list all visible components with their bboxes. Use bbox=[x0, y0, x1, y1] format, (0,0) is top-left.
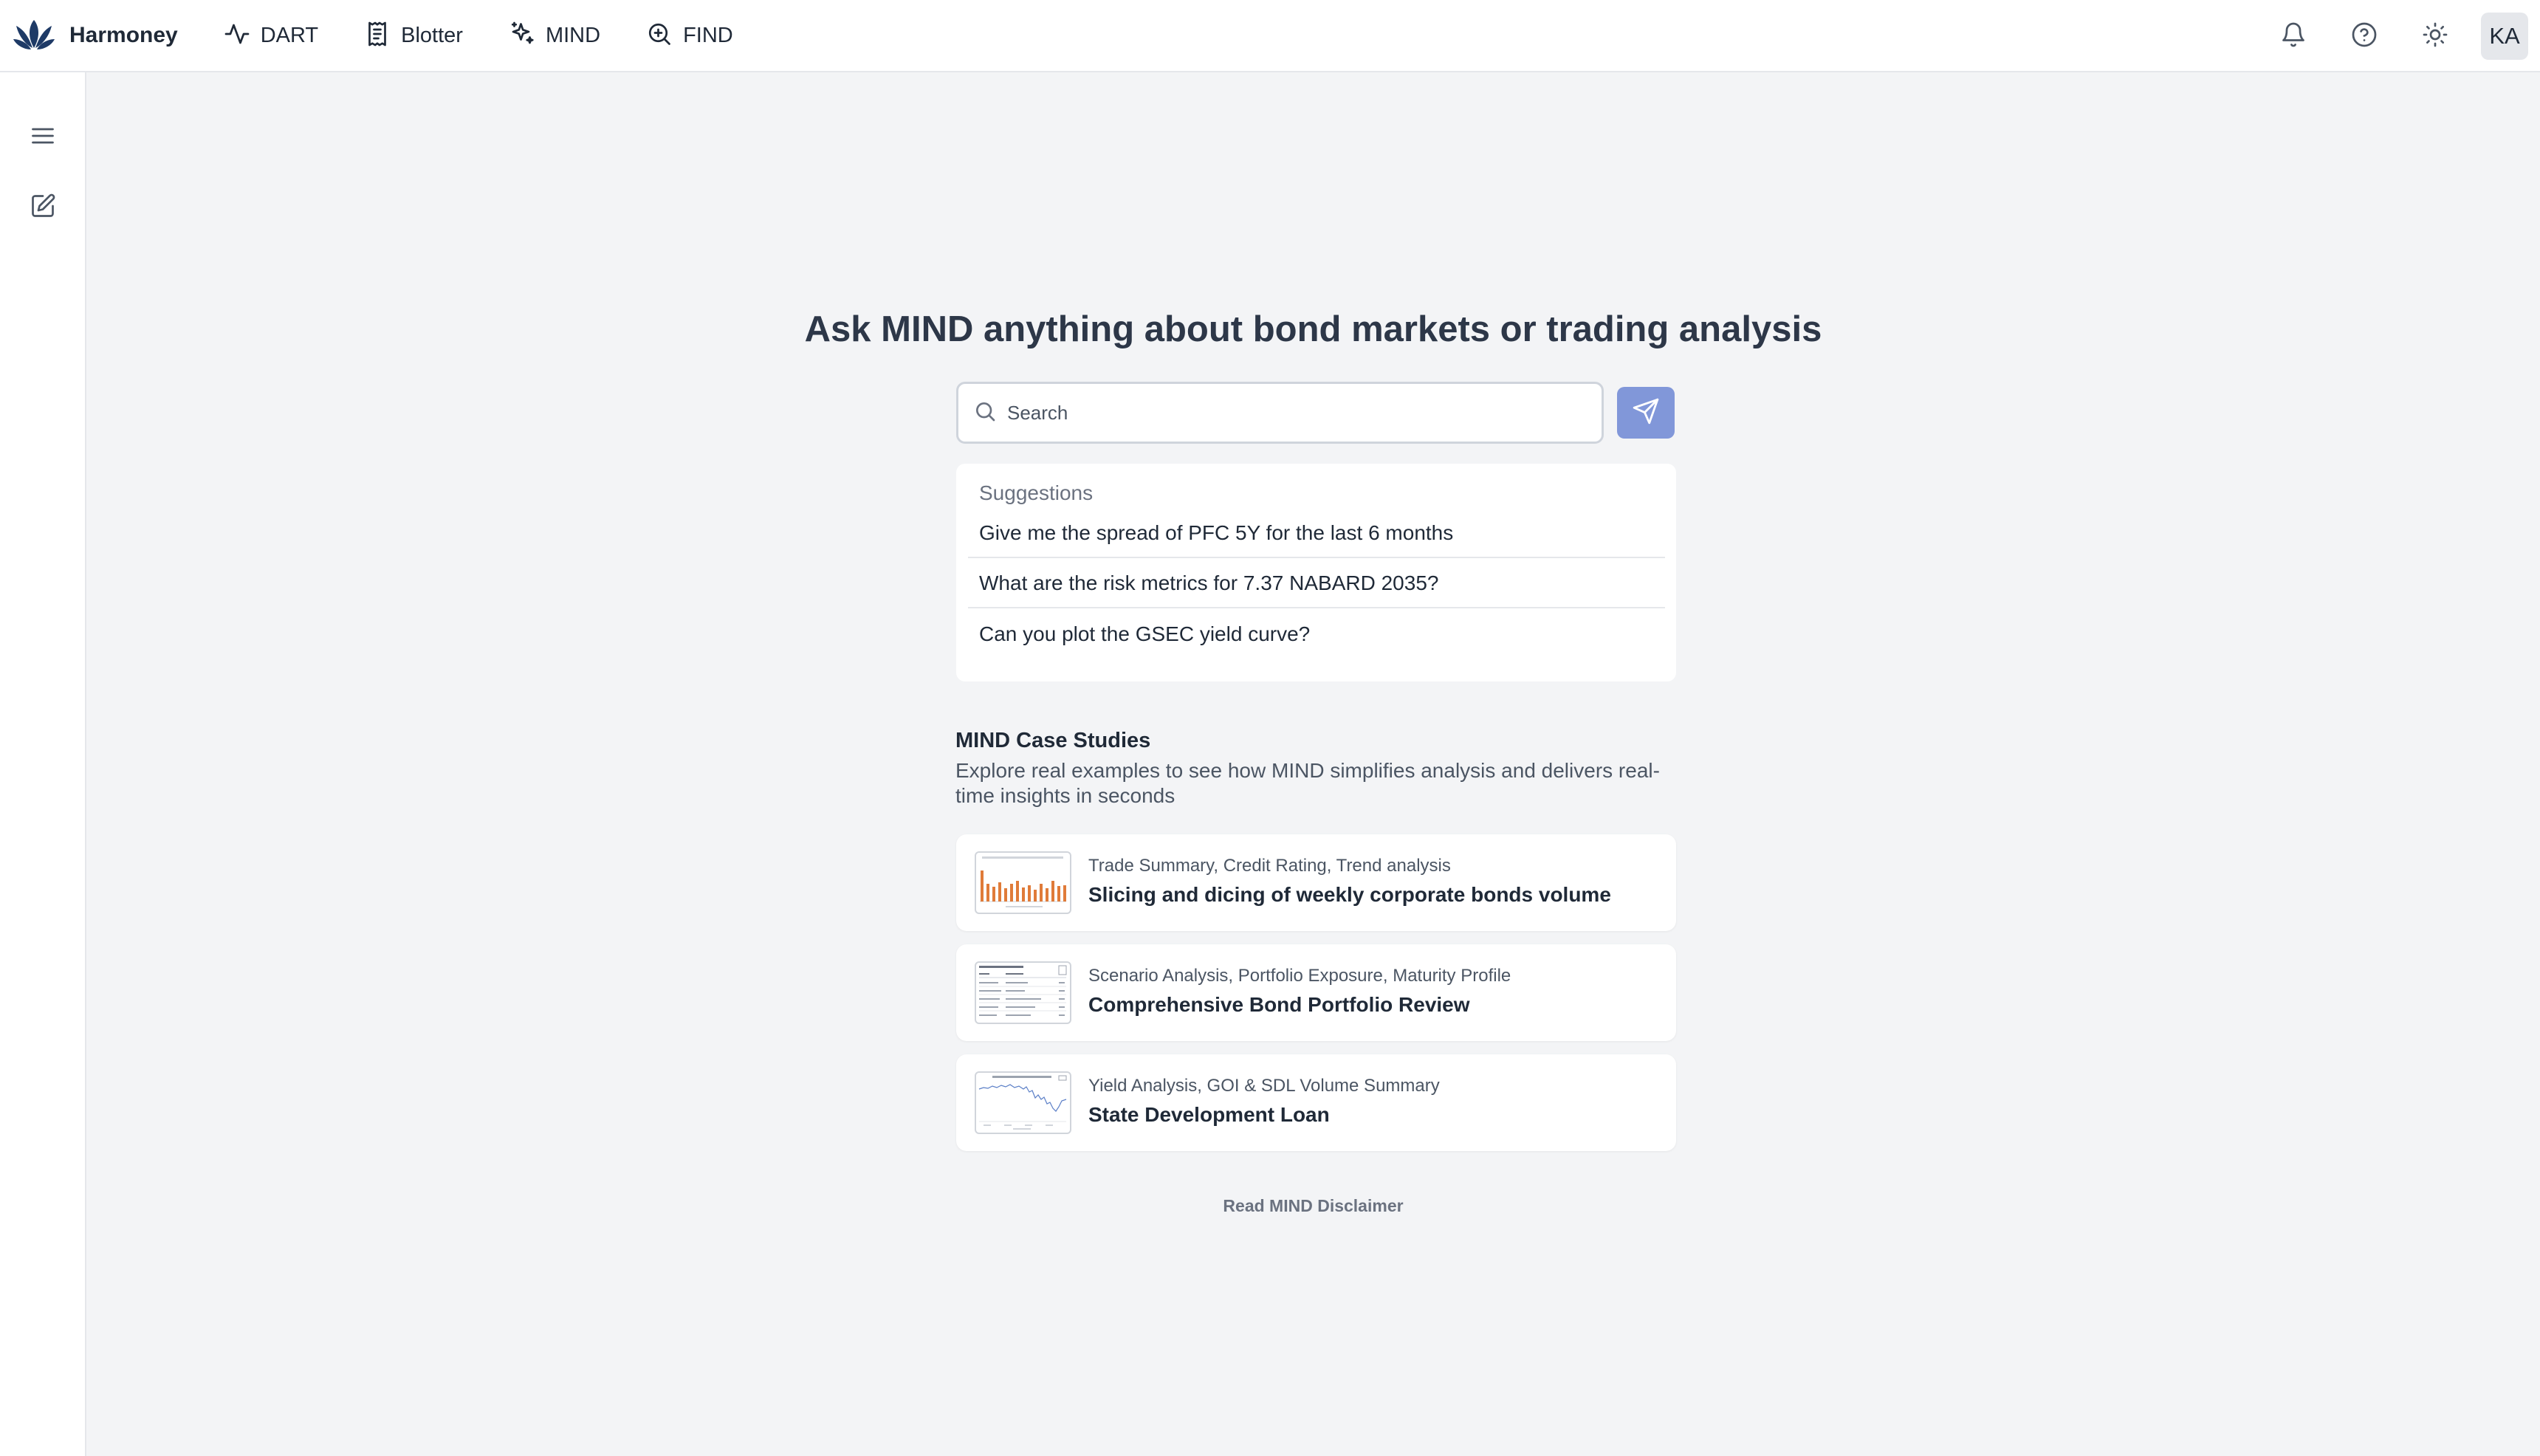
zoom-in-icon bbox=[646, 21, 683, 51]
nav-item-label: FIND bbox=[683, 23, 733, 47]
suggestions-title: Suggestions bbox=[979, 481, 1094, 504]
brand-name: Harmoney bbox=[69, 23, 178, 47]
search-field[interactable] bbox=[956, 382, 1604, 444]
activity-icon bbox=[224, 21, 261, 51]
case-study-title: Slicing and dicing of weekly corporate b… bbox=[1088, 883, 1611, 906]
help-button[interactable] bbox=[2341, 13, 2388, 60]
case-studies-title: MIND Case Studies bbox=[955, 729, 1151, 752]
nav-item-label: MIND bbox=[545, 23, 601, 47]
top-navigation-bar: Harmoney DART Blotter MIND FIND KA bbox=[0, 0, 2540, 72]
suggestion-item[interactable]: What are the risk metrics for 7.37 NABAR… bbox=[968, 560, 1665, 608]
edit-icon bbox=[30, 193, 56, 223]
case-study-tags: Yield Analysis, GOI & SDL Volume Summary bbox=[1088, 1076, 1440, 1096]
topbar-actions: KA bbox=[2246, 0, 2528, 72]
case-studies-subtitle: Explore real examples to see how MIND si… bbox=[955, 759, 1660, 807]
nav-item-label: DART bbox=[260, 23, 319, 47]
nav-item-blotter[interactable]: Blotter bbox=[364, 12, 463, 59]
main-nav: DART Blotter MIND FIND bbox=[224, 12, 779, 59]
search-input[interactable] bbox=[1007, 401, 1583, 425]
suggestion-item[interactable]: Give me the spread of PFC 5Y for the las… bbox=[968, 509, 1665, 558]
search-icon bbox=[973, 399, 997, 427]
page-title: Ask MIND anything about bond markets or … bbox=[804, 309, 1822, 349]
case-study-title: State Development Loan bbox=[1088, 1103, 1330, 1126]
sidebar bbox=[0, 72, 86, 1456]
case-study-card[interactable]: Yield Analysis, GOI & SDL Volume Summary… bbox=[956, 1054, 1676, 1151]
send-button[interactable] bbox=[1617, 387, 1675, 439]
case-study-tags: Trade Summary, Credit Rating, Trend anal… bbox=[1088, 856, 1451, 876]
sparkles-icon bbox=[509, 21, 546, 51]
theme-toggle-button[interactable] bbox=[2412, 13, 2459, 60]
disclaimer-link[interactable]: Read MIND Disclaimer bbox=[86, 1196, 2540, 1216]
harmoney-logo-icon bbox=[12, 16, 56, 56]
help-circle-icon bbox=[2351, 21, 2378, 52]
bell-icon bbox=[2280, 21, 2307, 52]
sun-icon bbox=[2422, 21, 2448, 52]
line-chart-thumbnail bbox=[975, 1071, 1071, 1134]
receipt-icon bbox=[364, 21, 401, 51]
table-thumbnail bbox=[975, 961, 1071, 1024]
brand[interactable]: Harmoney bbox=[12, 0, 178, 72]
send-icon bbox=[1632, 397, 1660, 429]
nav-item-label: Blotter bbox=[401, 23, 463, 47]
user-avatar[interactable]: KA bbox=[2481, 13, 2528, 60]
menu-icon bbox=[30, 123, 56, 153]
suggestions-panel: Suggestions Give me the spread of PFC 5Y… bbox=[956, 464, 1676, 681]
case-study-card[interactable]: Scenario Analysis, Portfolio Exposure, M… bbox=[956, 944, 1676, 1041]
nav-item-mind[interactable]: MIND bbox=[509, 12, 600, 59]
case-study-card[interactable]: Trade Summary, Credit Rating, Trend anal… bbox=[956, 834, 1676, 931]
menu-toggle-button[interactable] bbox=[22, 117, 64, 158]
bar-chart-thumbnail bbox=[975, 851, 1071, 914]
notifications-button[interactable] bbox=[2270, 13, 2317, 60]
case-study-tags: Scenario Analysis, Portfolio Exposure, M… bbox=[1088, 966, 1511, 986]
suggestion-item[interactable]: Can you plot the GSEC yield curve? bbox=[968, 610, 1665, 659]
nav-item-dart[interactable]: DART bbox=[224, 12, 318, 59]
case-study-title: Comprehensive Bond Portfolio Review bbox=[1088, 993, 1470, 1016]
new-chat-button[interactable] bbox=[22, 187, 64, 228]
nav-item-find[interactable]: FIND bbox=[646, 12, 733, 59]
